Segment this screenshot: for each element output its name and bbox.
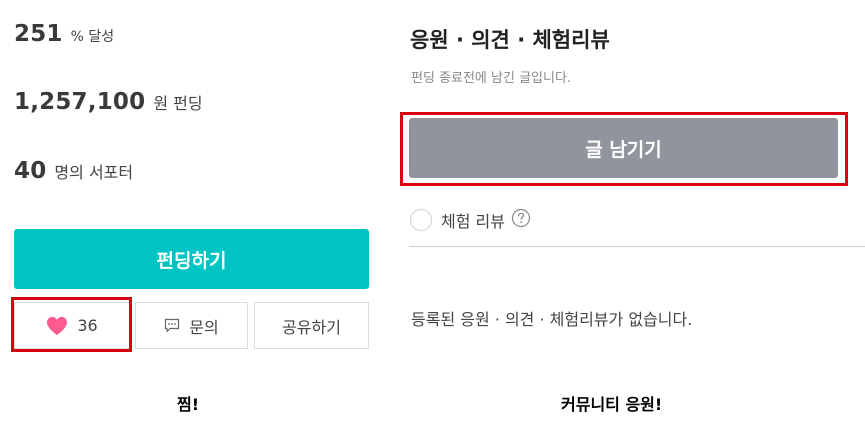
empty-list-message: 등록된 응원 · 의견 · 체험리뷰가 없습니다. [411,310,693,329]
like-button[interactable]: 36 [14,302,130,349]
review-filter-checkbox[interactable]: 체험 리뷰 [410,208,531,232]
funding-amount-unit: 원 펀딩 [153,94,203,113]
write-post-label: 글 남기기 [585,138,662,161]
inquiry-label: 문의 [189,317,219,337]
community-description: 펀딩 종료전에 남긴 글입니다. [411,71,572,86]
review-radio-circle[interactable] [410,209,432,231]
achievement-stat: 251 % 달성 [14,21,114,47]
divider [409,246,865,247]
inquiry-button[interactable]: 문의 [135,302,248,349]
funding-amount-stat: 1,257,100 원 펀딩 [14,89,203,115]
share-label: 공유하기 [282,317,341,337]
community-title: 응원 · 의견 · 체험리뷰 [410,28,610,52]
heart-icon [46,316,68,336]
right-caption: 커뮤니티 응원! [561,395,663,414]
fund-button-label: 펀딩하기 [156,249,227,272]
fund-button[interactable]: 펀딩하기 [14,229,369,289]
share-button[interactable]: 공유하기 [254,302,369,349]
funding-amount: 1,257,100 [14,89,146,115]
left-caption: 찜! [177,395,200,414]
question-mark-icon[interactable] [511,208,531,232]
achievement-unit: % 달성 [70,29,115,45]
supporter-count: 40 [14,158,47,184]
review-label: 체험 리뷰 [441,212,505,231]
supporter-stat: 40 명의 서포터 [14,158,133,184]
achievement-rate: 251 [14,21,63,47]
like-count: 36 [77,316,98,335]
chat-bubble-icon [164,318,180,333]
write-post-button[interactable]: 글 남기기 [409,118,838,178]
supporter-unit: 명의 서포터 [54,163,134,182]
